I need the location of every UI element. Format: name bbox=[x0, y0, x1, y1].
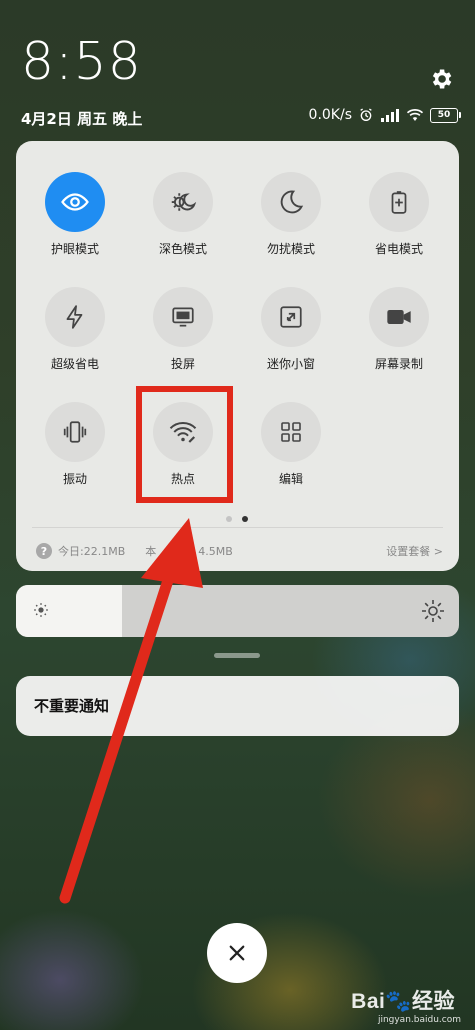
paw-icon: 🐾 bbox=[385, 990, 412, 1013]
close-icon bbox=[229, 945, 245, 961]
annotation-arrow bbox=[59, 518, 203, 904]
baidu-watermark: Bai🐾经验 bbox=[351, 990, 455, 1013]
close-button[interactable] bbox=[207, 923, 267, 983]
watermark-url: jingyan.baidu.com bbox=[377, 1015, 461, 1025]
